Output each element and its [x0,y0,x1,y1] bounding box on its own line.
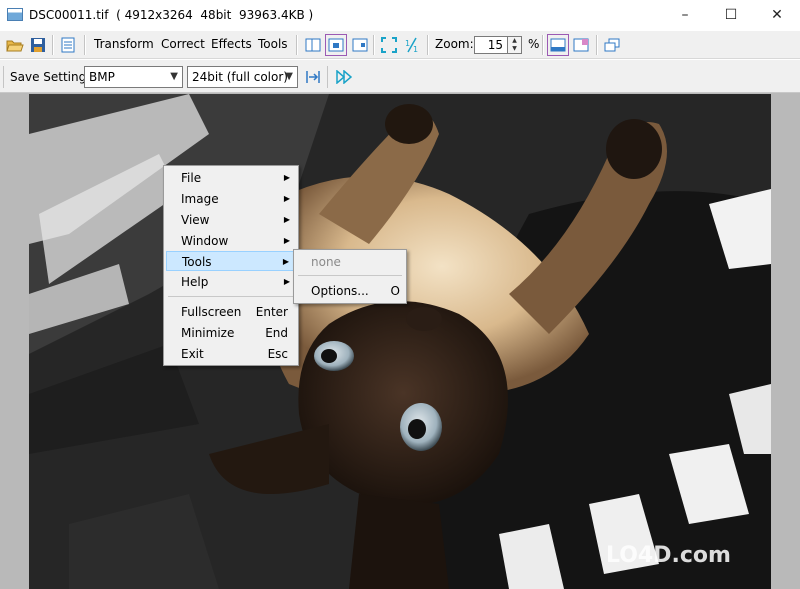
submenu-arrow-icon: ▶ [283,277,290,286]
zoom-label: Zoom: [435,37,474,51]
layout-center-button[interactable] [325,34,347,56]
maximize-button[interactable]: ☐ [708,0,754,31]
panel-right-icon [352,38,368,52]
main-toolbar: Transform Correct Effects Tools 1 1 Zoom… [0,31,800,59]
bottom-panel-button[interactable] [547,34,569,56]
depth-select[interactable]: 24bit (full color) ▼ [187,66,298,88]
resize-button[interactable] [302,66,324,88]
panel-side-icon [573,38,589,52]
app-icon [7,8,23,21]
watermark-logo: LO4D.com [606,543,731,568]
submenu-arrow-icon: ▶ [283,236,290,245]
side-panel-button[interactable] [570,34,592,56]
submenu-arrow-icon: ▶ [283,194,290,203]
title-bar: DSC00011.tif ( 4912x3264 48bit 93963.4KB… [0,0,800,31]
submenu-arrow-icon: ▶ [283,215,290,224]
batch-button[interactable] [333,66,355,88]
submenu-item-options[interactable]: Options... O [296,281,404,301]
spin-down-icon[interactable]: ▼ [508,45,521,53]
document-button[interactable] [57,34,79,56]
spin-up-icon[interactable]: ▲ [508,37,521,45]
svg-text:1: 1 [413,45,418,53]
menu-item-help[interactable]: Help ▶ [166,272,296,292]
submenu-arrow-icon: ▶ [283,173,290,182]
save-settings-bar: Save Settings BMP ▼ 24bit (full color) ▼ [0,60,800,93]
expand-icon [381,37,397,53]
menu-item-view[interactable]: View ▶ [166,210,296,230]
fit-width-icon [306,71,320,83]
menu-correct[interactable]: Correct [161,37,205,51]
panel-bottom-icon [550,38,566,52]
close-button[interactable]: ✕ [754,0,800,31]
tools-submenu: none Options... O [293,249,407,304]
format-select[interactable]: BMP ▼ [84,66,183,88]
menu-item-window[interactable]: Window ▶ [166,231,296,251]
menu-effects[interactable]: Effects [211,37,252,51]
zoom-input[interactable]: 15 [474,36,508,54]
fit-window-button[interactable] [378,34,400,56]
submenu-separator [298,275,402,276]
window-title: DSC00011.tif ( 4912x3264 48bit 93963.4KB… [29,8,314,22]
zoom-unit: % [528,37,540,51]
menu-item-image[interactable]: Image ▶ [166,189,296,209]
cascade-windows-icon [604,38,620,52]
layout-right-button[interactable] [349,34,371,56]
format-value: BMP [89,70,115,84]
context-menu: File ▶ Image ▶ View ▶ Window ▶ Tools ▶ H… [163,165,299,366]
save-button[interactable] [27,34,49,56]
chevron-down-icon: ▼ [170,71,178,82]
svg-text:1: 1 [405,39,410,48]
submenu-arrow-icon: ▶ [282,257,289,266]
zoom-spinner[interactable]: ▲ ▼ [508,36,522,54]
chevron-down-icon: ▼ [285,71,293,82]
save-icon [31,38,45,52]
cat-image [29,94,771,589]
save-settings-label: Save Settings [10,70,93,84]
minimize-button[interactable]: – [662,0,708,31]
one-to-one-icon: 1 1 [405,37,418,53]
folder-open-icon [6,40,24,52]
submenu-item-none: none [311,255,341,269]
open-button[interactable] [4,34,26,56]
cat-photo [29,94,771,589]
menu-tools[interactable]: Tools [258,37,288,51]
panel-center-icon [328,38,344,52]
actual-size-button[interactable]: 1 1 [401,34,423,56]
menu-item-minimize[interactable]: Minimize End [166,323,296,343]
fast-forward-icon [336,70,352,84]
menu-separator [168,296,294,297]
windows-button[interactable] [601,34,623,56]
document-icon [61,37,75,53]
menu-item-exit[interactable]: Exit Esc [166,344,296,364]
menu-item-fullscreen[interactable]: Fullscreen Enter [166,302,296,322]
panel-left-icon [305,38,321,52]
depth-value: 24bit (full color) [192,70,288,84]
menu-item-tools[interactable]: Tools ▶ [166,251,296,271]
menu-transform[interactable]: Transform [94,37,154,51]
menu-item-file[interactable]: File ▶ [166,168,296,188]
layout-left-button[interactable] [302,34,324,56]
